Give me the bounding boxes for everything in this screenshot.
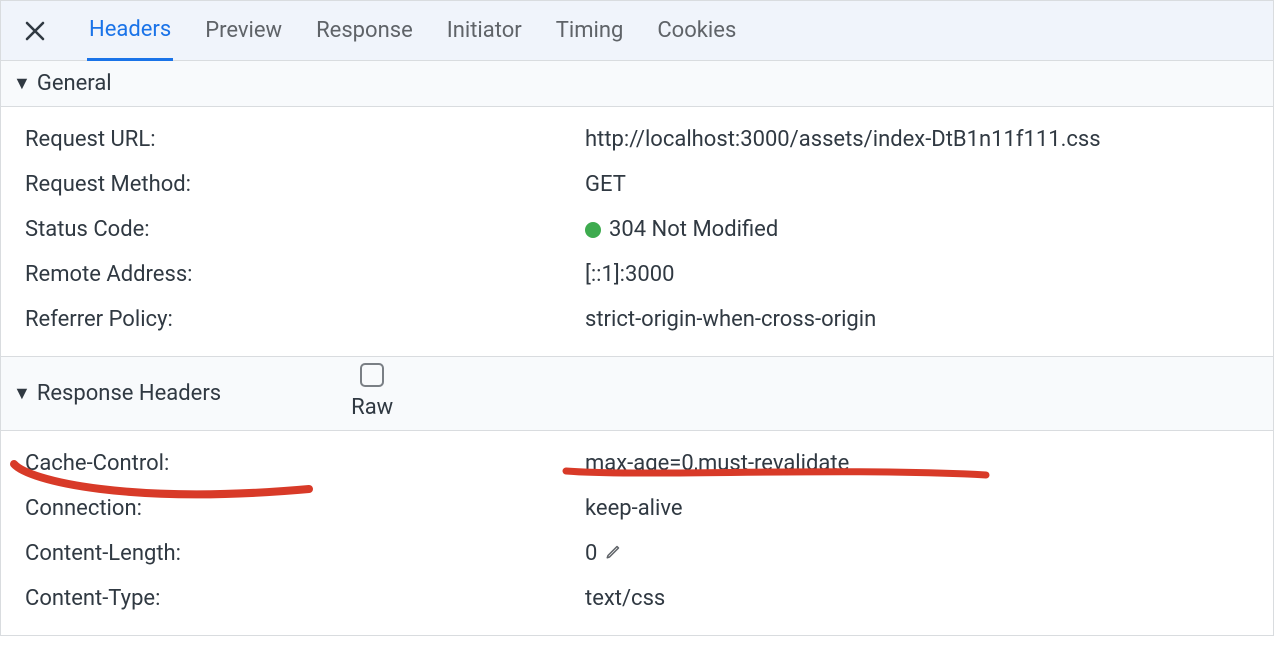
section-header-response-headers[interactable]: ▼ Response Headers Raw — [1, 357, 1273, 431]
label-connection: Connection: — [25, 492, 585, 525]
tab-cookies[interactable]: Cookies — [655, 1, 738, 60]
tab-initiator[interactable]: Initiator — [445, 1, 524, 60]
row-remote-address: Remote Address: [::1]:3000 — [1, 252, 1273, 297]
value-cache-control: max-age=0,must-revalidate — [585, 447, 1249, 480]
tab-preview[interactable]: Preview — [203, 1, 284, 60]
raw-toggle: Raw — [351, 363, 393, 424]
row-referrer-policy: Referrer Policy: strict-origin-when-cros… — [1, 297, 1273, 342]
value-request-url: http://localhost:3000/assets/index-DtB1n… — [585, 123, 1249, 156]
row-status-code: Status Code: 304 Not Modified — [1, 207, 1273, 252]
row-request-method: Request Method: GET — [1, 162, 1273, 207]
value-connection: keep-alive — [585, 492, 1249, 525]
section-body-general: Request URL: http://localhost:3000/asset… — [1, 107, 1273, 357]
label-status-code: Status Code: — [25, 213, 585, 246]
content-length-text: 0 — [585, 537, 597, 570]
label-content-type: Content-Type: — [25, 582, 585, 615]
section-title-general: General — [37, 67, 112, 100]
value-content-length: 0 — [585, 537, 1249, 570]
label-content-length: Content-Length: — [25, 537, 585, 570]
status-dot-icon — [585, 222, 601, 238]
value-referrer-policy: strict-origin-when-cross-origin — [585, 303, 1249, 336]
row-connection: Connection: keep-alive — [1, 486, 1273, 531]
tab-timing[interactable]: Timing — [554, 1, 626, 60]
chevron-down-icon: ▼ — [13, 380, 31, 407]
label-referrer-policy: Referrer Policy: — [25, 303, 585, 336]
close-icon[interactable] — [17, 13, 53, 49]
section-title-response-headers: Response Headers — [37, 377, 221, 410]
label-remote-address: Remote Address: — [25, 258, 585, 291]
label-cache-control: Cache-Control: — [25, 447, 585, 480]
status-code-text: 304 Not Modified — [609, 213, 778, 246]
tab-headers[interactable]: Headers — [87, 2, 173, 61]
tabs-bar: Headers Preview Response Initiator Timin… — [1, 1, 1273, 61]
value-request-method: GET — [585, 168, 1249, 201]
row-cache-control: Cache-Control: max-age=0,must-revalidate — [1, 441, 1273, 486]
section-header-general[interactable]: ▼ General — [1, 61, 1273, 107]
raw-label: Raw — [351, 391, 393, 424]
network-details-panel: Headers Preview Response Initiator Timin… — [0, 0, 1274, 636]
raw-checkbox[interactable] — [360, 363, 384, 387]
row-content-type: Content-Type: text/css — [1, 576, 1273, 621]
chevron-down-icon: ▼ — [13, 70, 31, 97]
edit-icon[interactable] — [605, 537, 623, 570]
value-status-code: 304 Not Modified — [585, 213, 1249, 246]
tab-response[interactable]: Response — [314, 1, 415, 60]
label-request-url: Request URL: — [25, 123, 585, 156]
value-content-type: text/css — [585, 582, 1249, 615]
label-request-method: Request Method: — [25, 168, 585, 201]
value-remote-address: [::1]:3000 — [585, 258, 1249, 291]
row-request-url: Request URL: http://localhost:3000/asset… — [1, 117, 1273, 162]
section-body-response-headers: Cache-Control: max-age=0,must-revalidate… — [1, 431, 1273, 635]
row-content-length: Content-Length: 0 — [1, 531, 1273, 576]
